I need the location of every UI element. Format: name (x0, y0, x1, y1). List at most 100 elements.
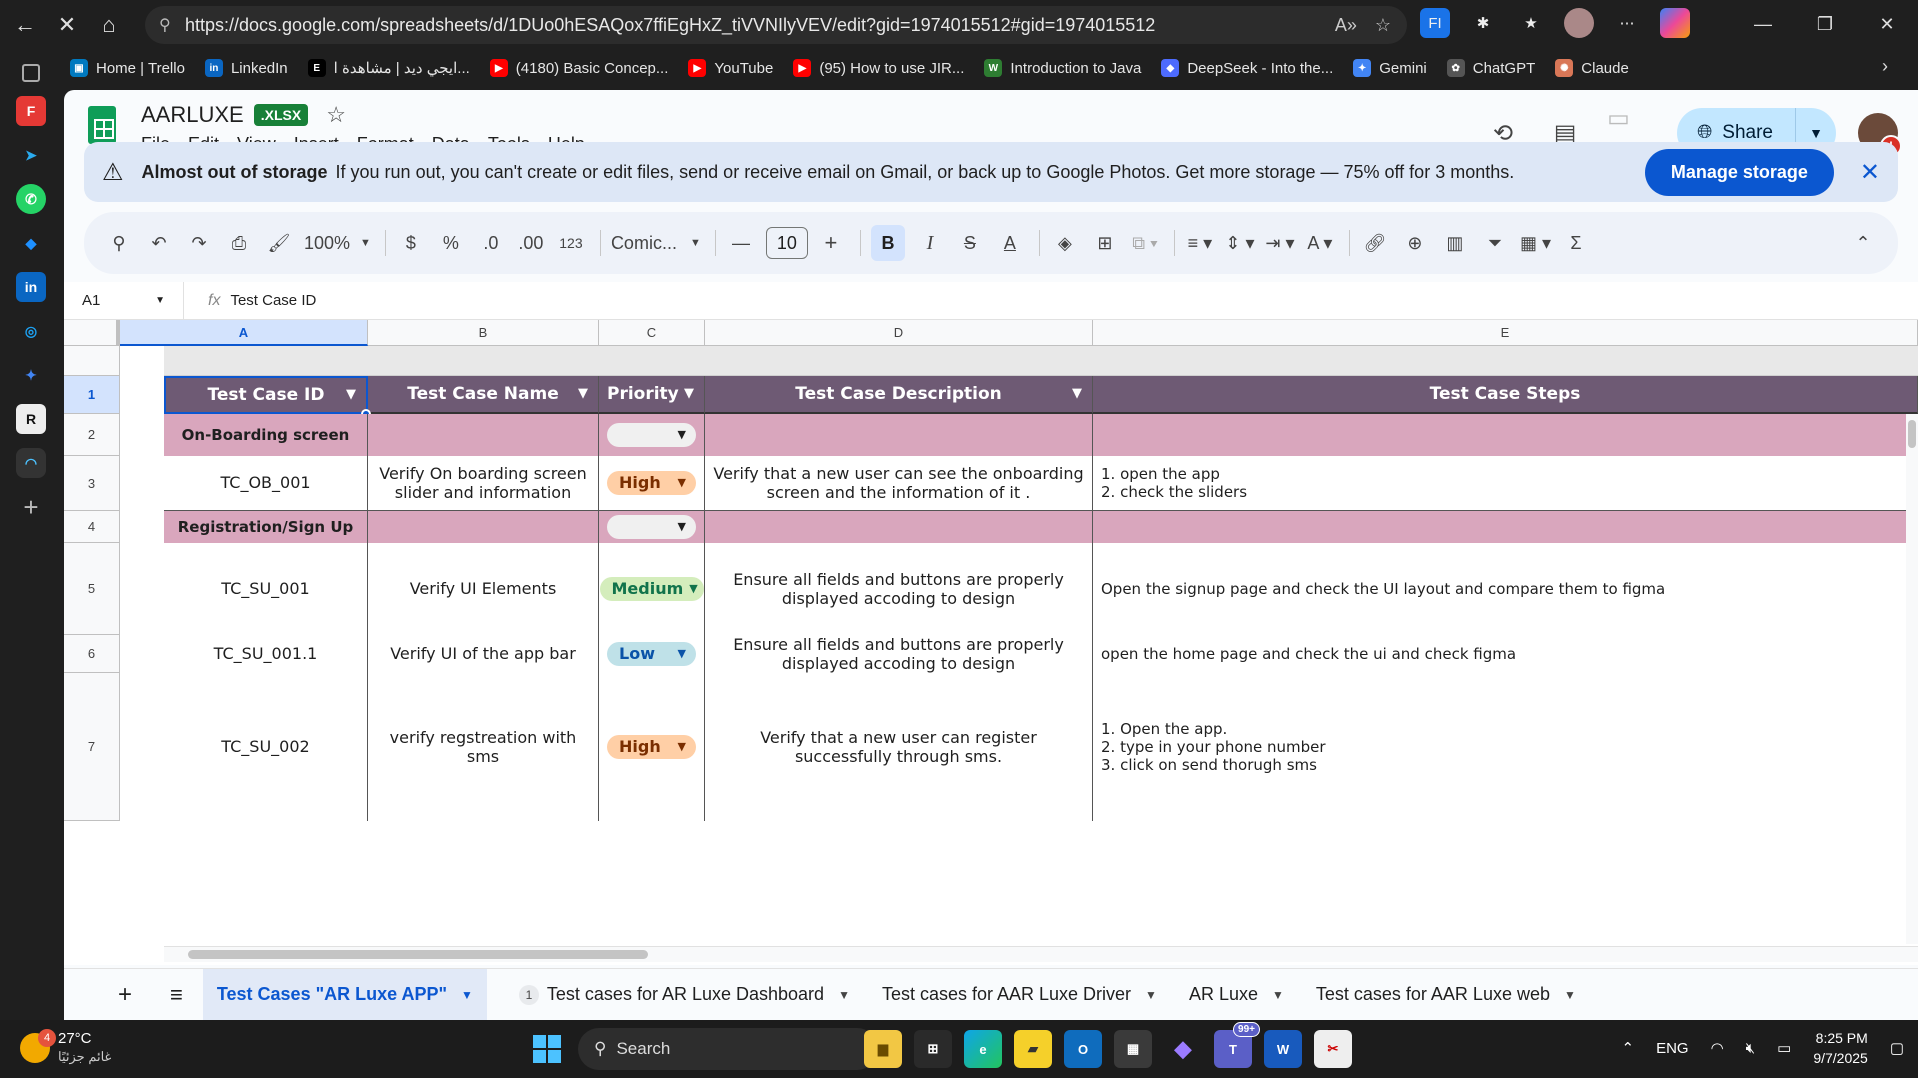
language-indicator[interactable]: ENG (1656, 1040, 1689, 1057)
bookmark-item[interactable]: ✺ Claude (1555, 59, 1629, 77)
more-menu-icon[interactable]: ⋯ (1612, 8, 1642, 38)
tab-actions-icon[interactable] (22, 64, 40, 82)
section-cell[interactable] (1093, 414, 1918, 456)
priority-cell[interactable]: ▼ (599, 414, 705, 456)
fill-color-icon[interactable]: ◈ (1050, 225, 1080, 261)
undo-icon[interactable]: ↶ (144, 225, 174, 261)
horizontal-align-icon[interactable]: ≡ ▾ (1185, 225, 1215, 261)
favorite-star-icon[interactable]: ☆ (1375, 15, 1391, 36)
outlook-icon[interactable]: ◎ (16, 316, 46, 346)
filter-dropdown-icon[interactable]: ▼ (578, 386, 588, 402)
row-header-1[interactable]: 1 (64, 376, 120, 414)
back-icon[interactable]: ← (8, 8, 42, 42)
test-case-description-cell[interactable]: Ensure all fields and buttons are proper… (705, 635, 1093, 673)
header-test-case-id[interactable]: Test Case ID ▼ (164, 376, 368, 414)
sheet-tab-aar-luxe-driver[interactable]: Test cases for AAR Luxe Driver ▼ (868, 969, 1171, 1021)
priority-cell[interactable]: High ▼ (599, 456, 705, 511)
bookmarks-overflow-icon[interactable]: › (1882, 56, 1888, 77)
filter-icon[interactable]: ⏷ (1480, 225, 1510, 261)
borders-icon[interactable]: ⊞ (1090, 225, 1120, 261)
zoom-select[interactable]: 100% ▼ (304, 225, 371, 261)
extensions-puzzle-icon[interactable]: ✱ (1468, 8, 1498, 38)
section-cell[interactable] (1093, 511, 1918, 543)
calculator-icon[interactable]: ▦ (1114, 1030, 1152, 1068)
search-menus-icon[interactable]: ⚲ (104, 225, 134, 261)
test-case-description-cell[interactable]: Verify that a new user can register succ… (705, 673, 1093, 821)
select-all-corner[interactable] (64, 320, 120, 346)
app-icon[interactable]: F (16, 96, 46, 126)
bookmark-item[interactable]: ✦ Gemini (1353, 59, 1427, 77)
priority-cell[interactable]: Low ▼ (599, 635, 705, 673)
increase-decimal-button[interactable]: .00 (516, 225, 546, 261)
priority-cell[interactable]: High ▼ (599, 673, 705, 821)
stop-icon[interactable]: ✕ (50, 8, 84, 42)
sheet-tab-ar-luxe-dashboard[interactable]: 1 Test cases for AR Luxe Dashboard ▼ (505, 969, 864, 1021)
name-box[interactable]: A1 ▼ (64, 281, 184, 320)
row-header-4[interactable]: 4 (64, 511, 120, 543)
text-rotation-icon[interactable]: A ▾ (1305, 225, 1335, 261)
word-icon[interactable]: W (1264, 1030, 1302, 1068)
header-test-case-steps[interactable]: Test Case Steps (1093, 376, 1918, 414)
bookmark-item[interactable]: ✿ ChatGPT (1446, 59, 1535, 77)
wifi-icon[interactable]: ◠ (1711, 1039, 1724, 1057)
notifications-icon[interactable]: ▢ (1890, 1039, 1904, 1057)
row-header-5[interactable]: 5 (64, 543, 120, 635)
site-info-icon[interactable]: ⚲ (159, 15, 185, 35)
bookmark-item[interactable]: ▶ (4180) Basic Concep... (489, 59, 668, 77)
strikethrough-button[interactable]: S (955, 225, 985, 261)
home-icon[interactable]: ⌂ (92, 8, 126, 42)
test-case-id-cell[interactable]: TC_SU_001 (164, 543, 368, 635)
increase-font-size-button[interactable]: + (816, 225, 846, 261)
sheet-tab-ar-luxe[interactable]: AR Luxe ▼ (1175, 969, 1298, 1021)
copilot-app-icon[interactable]: ◆ (1164, 1030, 1202, 1068)
test-case-id-cell[interactable]: TC_OB_001 (164, 456, 368, 511)
test-case-steps-cell[interactable]: 1. open the app 2. check the sliders (1093, 456, 1918, 511)
weather-widget[interactable]: 4 27°C غائم جزئيًا (20, 1029, 111, 1066)
vertical-scrollbar[interactable] (1906, 414, 1918, 944)
test-case-description-cell[interactable]: Ensure all fields and buttons are proper… (705, 543, 1093, 635)
filter-dropdown-icon[interactable]: ▼ (684, 386, 694, 402)
edge-icon[interactable]: e (964, 1030, 1002, 1068)
tray-overflow-icon[interactable]: ⌃ (1621, 1039, 1634, 1057)
reader-icon[interactable]: R (16, 404, 46, 434)
chevron-down-icon[interactable]: ▼ (1272, 988, 1284, 1002)
filter-dropdown-icon[interactable]: ▼ (1072, 386, 1082, 402)
favorites-icon[interactable]: ★ (1516, 8, 1546, 38)
column-header-c[interactable]: C (599, 320, 705, 346)
font-size-input[interactable]: 10 (765, 227, 808, 259)
chevron-down-icon[interactable]: ▼ (1145, 988, 1157, 1002)
column-header-e[interactable]: E (1093, 320, 1918, 346)
teams-icon[interactable]: T 99+ (1214, 1022, 1260, 1068)
row-header-7[interactable]: 7 (64, 673, 120, 821)
vertical-align-icon[interactable]: ⇕ ▾ (1225, 225, 1255, 261)
file-explorer-icon[interactable]: ▆ (864, 1030, 902, 1068)
column-header-a[interactable]: A (120, 320, 368, 346)
profile-avatar[interactable] (1564, 8, 1594, 38)
priority-chip-high[interactable]: High ▼ (607, 735, 696, 759)
collapse-toolbar-icon[interactable]: ⌃ (1848, 225, 1878, 261)
filter-views-icon[interactable]: ▦ ▾ (1520, 225, 1551, 261)
section-cell[interactable]: On-Boarding screen (164, 414, 368, 456)
test-case-steps-cell[interactable]: open the home page and check the ui and … (1093, 635, 1918, 673)
print-icon[interactable]: ⎙ (224, 225, 254, 261)
percent-format-button[interactable]: % (436, 225, 466, 261)
gemini-icon[interactable]: ✦ (16, 360, 46, 390)
star-icon[interactable]: ☆ (326, 102, 346, 128)
bold-button[interactable]: B (870, 225, 905, 261)
more-formats-button[interactable]: 123 (556, 225, 586, 261)
close-banner-icon[interactable]: ✕ (1860, 158, 1880, 187)
telegram-icon[interactable]: ➤ (16, 140, 46, 170)
maximize-icon[interactable]: ❐ (1794, 0, 1856, 48)
bookmark-item[interactable]: ▶ YouTube (688, 59, 773, 77)
start-windows-icon[interactable] (528, 1030, 566, 1068)
bookmark-item[interactable]: W Introduction to Java (984, 59, 1141, 77)
test-case-steps-cell[interactable]: Open the signup page and check the UI la… (1093, 543, 1918, 635)
all-sheets-icon[interactable]: ≡ (154, 969, 199, 1021)
functions-icon[interactable]: Σ (1561, 225, 1591, 261)
italic-button[interactable]: I (915, 225, 945, 261)
insert-comment-icon[interactable]: ⊕ (1400, 225, 1430, 261)
bookmark-item[interactable]: ◆ DeepSeek - Into the... (1161, 59, 1333, 77)
currency-format-button[interactable]: $ (396, 225, 426, 261)
priority-cell[interactable]: ▼ (599, 511, 705, 543)
priority-cell[interactable]: Medium ▼ (599, 543, 705, 635)
